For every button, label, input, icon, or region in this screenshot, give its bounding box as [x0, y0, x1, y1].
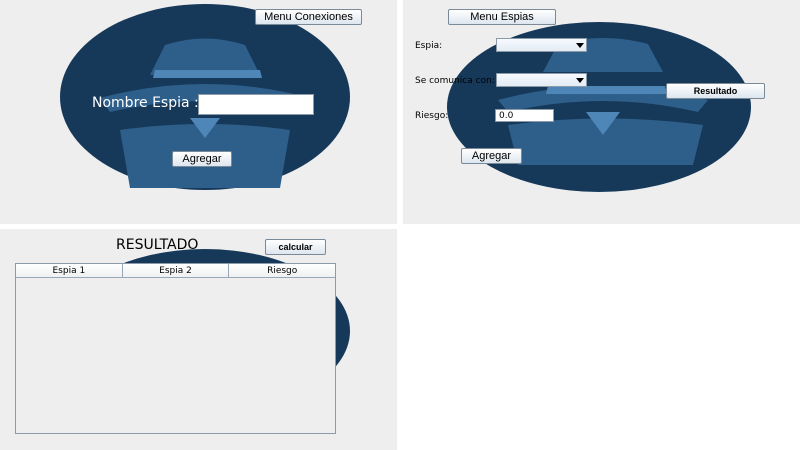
column-header-espia-2[interactable]: Espia 2 — [123, 264, 230, 277]
column-header-espia-1[interactable]: Espia 1 — [16, 264, 123, 277]
dropdown-arrow-icon[interactable] — [574, 74, 586, 86]
agregar-button[interactable]: Agregar — [461, 148, 522, 164]
menu-espias-button[interactable]: Menu Espias — [448, 9, 556, 25]
agregar-button[interactable]: Agregar — [172, 151, 232, 167]
column-header-riesgo[interactable]: Riesgo — [229, 264, 335, 277]
se-comunica-label: Se comunica con: — [415, 76, 495, 86]
nombre-espia-label: Nombre Espia : — [92, 95, 199, 111]
result-table[interactable]: Espia 1 Espia 2 Riesgo — [15, 263, 336, 434]
riesgo-label: Riesgo: — [415, 111, 449, 121]
calcular-button[interactable]: calcular — [265, 239, 326, 255]
espia-label: Espia: — [415, 41, 443, 51]
window-espias: Menu Espias Espia: Se comunica con: Resu… — [403, 0, 800, 224]
window-conexiones: Nombre Espia : Agregar Menu Conexiones — [0, 0, 397, 224]
table-header: Espia 1 Espia 2 Riesgo — [16, 264, 335, 278]
resultado-button[interactable]: Resultado — [666, 83, 765, 99]
se-comunica-combobox[interactable] — [496, 73, 587, 87]
nombre-espia-input[interactable] — [198, 94, 314, 115]
spy-logo-icon — [447, 22, 751, 192]
riesgo-input[interactable]: 0.0 — [495, 109, 554, 122]
table-body[interactable] — [16, 278, 335, 433]
page-title: RESULTADO — [116, 237, 199, 253]
menu-conexiones-button[interactable]: Menu Conexiones — [255, 9, 362, 25]
dropdown-arrow-icon[interactable] — [574, 39, 586, 51]
window-resultado: RESULTADO calcular Espia 1 Espia 2 Riesg… — [0, 229, 397, 450]
espia-combobox[interactable] — [496, 38, 587, 52]
